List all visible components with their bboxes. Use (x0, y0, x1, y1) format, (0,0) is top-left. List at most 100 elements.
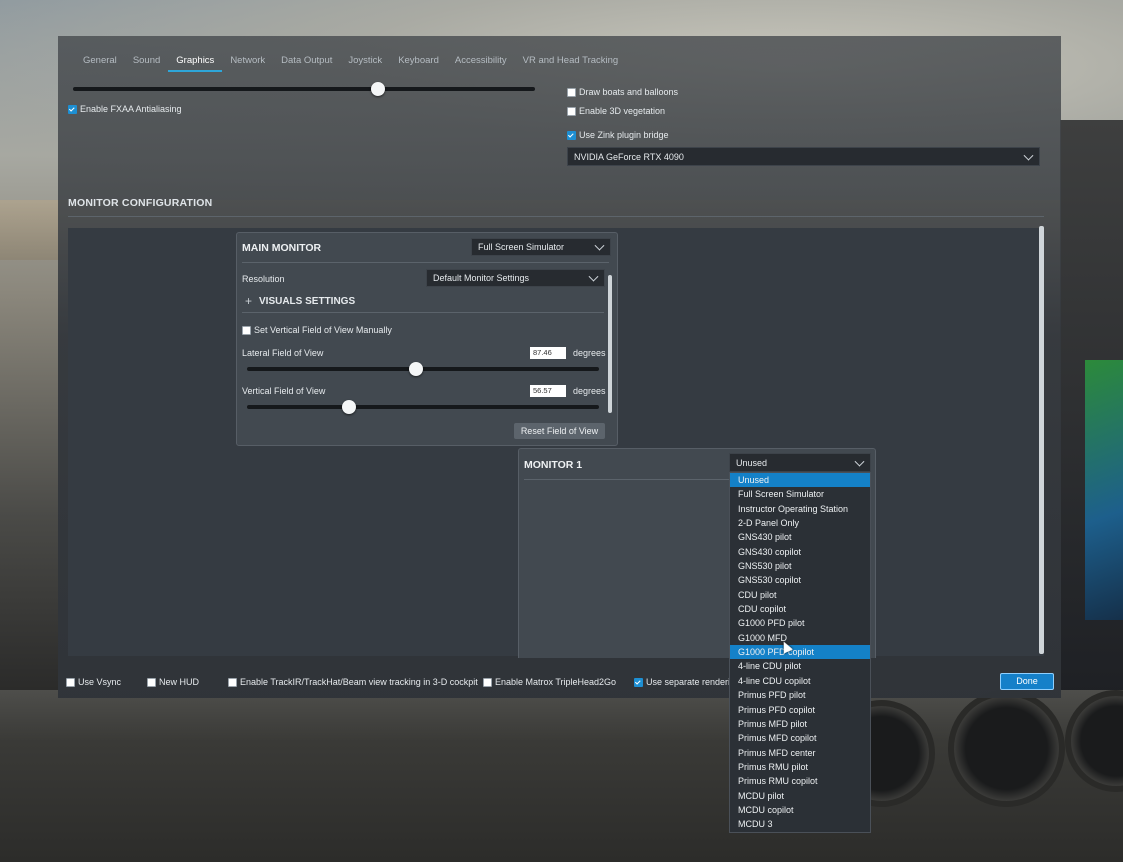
monitor-config-title: MONITOR CONFIGURATION (68, 197, 213, 209)
chevron-down-icon (588, 271, 599, 282)
vsync-label: Use Vsync (78, 677, 122, 687)
separate-rendering-checkbox[interactable] (634, 677, 643, 687)
vertical-fov-label: Vertical Field of View (242, 386, 326, 396)
matrox-row[interactable]: Enable Matrox TripleHead2Go (483, 677, 616, 687)
tab-general[interactable]: General (75, 54, 125, 70)
monitor1-option[interactable]: Primus PFD copilot (730, 703, 870, 717)
monitor1-option[interactable]: GNS430 copilot (730, 545, 870, 559)
matrox-checkbox[interactable] (483, 677, 492, 687)
monitor1-option[interactable]: G1000 PFD copilot (730, 645, 870, 660)
antialiasing-slider-track[interactable] (73, 87, 535, 91)
vsync-checkbox[interactable] (66, 677, 75, 687)
monitor1-mode-select[interactable]: Unused (729, 453, 871, 472)
lateral-fov-input[interactable]: 87.46 (530, 347, 566, 359)
visuals-settings-title[interactable]: VISUALS SETTINGS (259, 296, 355, 307)
tab-vr-head-tracking[interactable]: VR and Head Tracking (515, 54, 627, 70)
vfov-manual-label: Set Vertical Field of View Manually (254, 325, 392, 335)
zink-checkbox[interactable] (567, 130, 576, 140)
gpu-select-value: NVIDIA GeForce RTX 4090 (574, 151, 684, 162)
vsync-row[interactable]: Use Vsync (66, 677, 121, 687)
trackir-row[interactable]: Enable TrackIR/TrackHat/Beam view tracki… (228, 677, 478, 687)
separate-rendering-row[interactable]: Use separate rendering (634, 677, 740, 687)
tab-accessibility[interactable]: Accessibility (447, 54, 515, 70)
monitor1-option[interactable]: GNS530 pilot (730, 559, 870, 573)
tab-keyboard[interactable]: Keyboard (390, 54, 447, 70)
monitor1-option[interactable]: 4-line CDU copilot (730, 674, 870, 688)
monitor1-option[interactable]: Primus MFD pilot (730, 717, 870, 731)
monitor1-option[interactable]: Primus RMU copilot (730, 774, 870, 788)
monitor1-option[interactable]: Primus PFD pilot (730, 688, 870, 702)
gpu-select[interactable]: NVIDIA GeForce RTX 4090 (567, 147, 1040, 166)
monitor1-title: MONITOR 1 (524, 459, 583, 471)
separate-rendering-label: Use separate rendering (646, 677, 741, 687)
main-monitor-scrollbar[interactable] (608, 275, 612, 413)
monitor1-option[interactable]: Primus RMU pilot (730, 760, 870, 774)
monitor1-option[interactable]: MCDU copilot (730, 803, 870, 817)
vertical-fov-slider-track[interactable] (247, 405, 599, 409)
matrox-label: Enable Matrox TripleHead2Go (495, 677, 617, 687)
chevron-down-icon (1023, 150, 1034, 161)
monitor1-option[interactable]: MCDU pilot (730, 789, 870, 803)
vegetation-checkbox-row[interactable]: Enable 3D vegetation (567, 106, 665, 116)
antialiasing-slider-thumb[interactable] (370, 82, 385, 96)
reset-fov-button[interactable]: Reset Field of View (514, 423, 605, 439)
lateral-fov-slider-track[interactable] (247, 367, 599, 371)
tab-graphics[interactable]: Graphics (168, 54, 223, 72)
monitor1-option[interactable]: G1000 MFD (730, 631, 870, 645)
chevron-down-icon (594, 240, 605, 251)
resolution-label: Resolution (242, 274, 285, 284)
newhud-label: New HUD (159, 677, 200, 687)
chevron-down-icon (854, 456, 865, 467)
lateral-fov-unit: degrees (573, 348, 606, 358)
tab-network[interactable]: Network (222, 54, 273, 70)
boats-checkbox-row[interactable]: Draw boats and balloons (567, 87, 678, 97)
monitor1-options-menu: Unused Full Screen Simulator Instructor Op… (729, 472, 871, 833)
monitor1-option[interactable]: GNS530 copilot (730, 573, 870, 587)
monitor1-option[interactable]: G1000 PFD pilot (730, 616, 870, 630)
vegetation-label: Enable 3D vegetation (579, 106, 666, 116)
vegetation-checkbox[interactable] (567, 106, 576, 116)
monitor1-option[interactable]: Primus MFD center (730, 746, 870, 760)
boats-checkbox[interactable] (567, 87, 576, 97)
fxaa-checkbox-row[interactable]: Enable FXAA Antialiasing (68, 104, 182, 114)
monitor-layout-area: MAIN MONITOR Full Screen Simulator Resol… (68, 226, 1044, 658)
trackir-checkbox[interactable] (228, 677, 237, 687)
monitor1-option[interactable]: Instructor Operating Station (730, 502, 870, 516)
tab-data-output[interactable]: Data Output (273, 54, 340, 70)
lateral-fov-slider-thumb[interactable] (408, 362, 423, 376)
monitor1-option[interactable]: Full Screen Simulator (730, 487, 870, 501)
expand-plus-icon[interactable]: + (245, 294, 252, 308)
main-monitor-mode-select[interactable]: Full Screen Simulator (471, 238, 611, 256)
monitor1-option[interactable]: 2-D Panel Only (730, 516, 870, 530)
boats-label: Draw boats and balloons (579, 87, 679, 97)
zink-label: Use Zink plugin bridge (579, 130, 669, 140)
tab-joystick[interactable]: Joystick (340, 54, 390, 70)
vfov-manual-row[interactable]: Set Vertical Field of View Manually (242, 325, 392, 335)
done-button[interactable]: Done (1000, 673, 1054, 690)
monitor1-option[interactable]: 4-line CDU pilot (730, 659, 870, 673)
resolution-select[interactable]: Default Monitor Settings (426, 269, 605, 287)
monitor-area-scrollbar[interactable] (1039, 226, 1044, 654)
monitor1-option[interactable]: CDU pilot (730, 588, 870, 602)
tab-sound[interactable]: Sound (125, 54, 168, 70)
fxaa-checkbox[interactable] (68, 104, 77, 114)
lateral-fov-label: Lateral Field of View (242, 348, 324, 358)
newhud-row[interactable]: New HUD (147, 677, 199, 687)
monitor1-mode-value: Unused (736, 457, 768, 468)
monitor1-option[interactable]: MCDU 3 (730, 817, 870, 831)
tab-bar: General Sound Graphics Network Data Outp… (75, 54, 626, 74)
monitor1-option[interactable]: Unused (730, 473, 870, 488)
resolution-select-value: Default Monitor Settings (433, 273, 530, 283)
main-monitor-mode-value: Full Screen Simulator (478, 242, 565, 252)
vertical-fov-slider-thumb[interactable] (342, 400, 357, 414)
visuals-divider (242, 312, 604, 313)
zink-checkbox-row[interactable]: Use Zink plugin bridge (567, 130, 669, 140)
fxaa-label: Enable FXAA Antialiasing (80, 104, 182, 114)
monitor1-option[interactable]: Primus MFD copilot (730, 731, 870, 745)
vfov-manual-checkbox[interactable] (242, 325, 251, 335)
monitor1-option[interactable]: CDU copilot (730, 602, 870, 616)
newhud-checkbox[interactable] (147, 677, 156, 687)
monitor1-option[interactable]: GNS430 pilot (730, 530, 870, 544)
vertical-fov-unit: degrees (573, 386, 606, 396)
vertical-fov-input[interactable]: 56.57 (530, 385, 566, 397)
